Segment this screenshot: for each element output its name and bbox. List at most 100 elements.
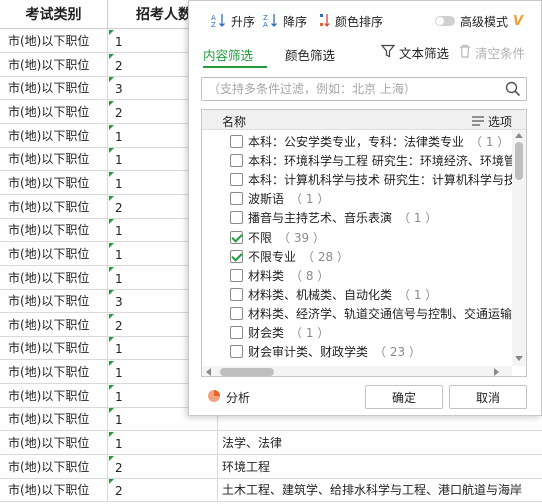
- item-checkbox[interactable]: [230, 230, 243, 244]
- cell-exam-category[interactable]: 市(地)以下职位: [0, 360, 108, 385]
- list-item[interactable]: 财会类 （ 1 ）: [230, 323, 512, 342]
- sort-descending-button[interactable]: ZA 降序: [263, 11, 307, 31]
- cell-exam-category[interactable]: 市(地)以下职位: [0, 454, 108, 479]
- item-label: 不限专业: [248, 249, 297, 264]
- search-input[interactable]: [202, 78, 492, 100]
- list-item[interactable]: 本科：环境科学与工程 研究生：环境经济、环境管理: [230, 151, 512, 170]
- cell-major[interactable]: 法学、法律: [218, 431, 542, 455]
- item-checkbox[interactable]: [230, 326, 243, 339]
- vertical-scrollbar[interactable]: [512, 130, 526, 366]
- cell-exam-category[interactable]: 市(地)以下职位: [0, 407, 108, 432]
- color-sort-label: 颜色排序: [335, 14, 384, 29]
- item-label: 本科：环境科学与工程 研究生：环境经济、环境管理: [248, 154, 512, 169]
- cell-exam-category[interactable]: 市(地)以下职位: [0, 170, 108, 195]
- cell-exam-category[interactable]: 市(地)以下职位: [0, 289, 108, 314]
- sort-ascending-icon: AZ: [211, 12, 227, 31]
- item-label: 波斯语: [248, 192, 285, 207]
- list-item[interactable]: 播音与主持艺术、音乐表演 （ 1 ）: [230, 208, 512, 227]
- item-label: 材料类、经济学、轨道交通信号与控制、交通运输: [248, 306, 512, 321]
- ok-button[interactable]: 确定: [365, 385, 443, 409]
- cell-exam-category[interactable]: 市(地)以下职位: [0, 336, 108, 361]
- item-checkbox[interactable]: [230, 173, 243, 187]
- cell-major[interactable]: 环境工程: [218, 455, 542, 479]
- toggle-switch[interactable]: [435, 16, 455, 26]
- item-checkbox[interactable]: [230, 249, 243, 263]
- scroll-right-arrow-icon[interactable]: [494, 368, 499, 376]
- cell-exam-category[interactable]: 市(地)以下职位: [0, 218, 108, 243]
- list-item[interactable]: 财会审计类、财政学类 （ 23 ）: [230, 342, 512, 361]
- list-options-label: 选项: [488, 115, 513, 129]
- clear-conditions-button[interactable]: 清空条件: [459, 43, 525, 62]
- cell-exam-category[interactable]: 市(地)以下职位: [0, 123, 108, 148]
- cancel-button[interactable]: 取消: [449, 385, 527, 409]
- cell-exam-category[interactable]: 市(地)以下职位: [0, 147, 108, 172]
- cell-exam-category[interactable]: 市(地)以下职位: [0, 431, 108, 456]
- item-count: （ 28 ）: [302, 249, 349, 264]
- color-sort-button[interactable]: 颜色排序: [319, 11, 383, 31]
- cell-exam-category[interactable]: 市(地)以下职位: [0, 76, 108, 101]
- item-checkbox[interactable]: [230, 268, 243, 282]
- item-label: 材料类、机械类、自动化类: [248, 287, 393, 302]
- color-sort-icon: [319, 12, 331, 31]
- list-item[interactable]: 材料类、机械类、自动化类 （ 1 ）: [230, 285, 512, 304]
- tab-color-filter[interactable]: 颜色筛选: [285, 45, 335, 64]
- item-checkbox[interactable]: [230, 154, 243, 168]
- horizontal-scrollbar[interactable]: [202, 366, 512, 376]
- cell-recruit-count[interactable]: 1: [108, 431, 218, 456]
- table-row: 市(地)以下职位 1 法学、法律: [0, 431, 542, 456]
- table-row: 市(地)以下职位 2 环境工程: [0, 454, 542, 479]
- column-header-exam-category[interactable]: 考试类别: [0, 0, 108, 29]
- list-header: 名称 选项: [202, 110, 526, 130]
- advanced-mode-label: 高级模式: [460, 14, 509, 29]
- scroll-left-arrow-icon[interactable]: [206, 368, 211, 376]
- list-options-button[interactable]: 选项: [472, 113, 512, 130]
- list-item[interactable]: 本科：计算机科学与技术 研究生：计算机科学与技术: [230, 170, 512, 189]
- svg-text:A: A: [263, 21, 268, 28]
- vertical-scroll-thumb[interactable]: [515, 142, 523, 180]
- list-item[interactable]: 波斯语 （ 1 ）: [230, 189, 512, 208]
- list-item[interactable]: 不限 （ 39 ）: [230, 228, 512, 247]
- item-count: （ 39 ）: [278, 230, 325, 245]
- sort-ascending-label: 升序: [231, 14, 256, 29]
- item-label: 材料类: [248, 268, 285, 283]
- sort-ascending-button[interactable]: AZ 升序: [211, 11, 255, 31]
- pie-chart-icon: [207, 389, 221, 406]
- item-checkbox[interactable]: [230, 192, 243, 206]
- svg-text:Z: Z: [211, 21, 216, 28]
- clear-conditions-label: 清空条件: [475, 46, 526, 61]
- menu-lines-icon: [472, 115, 484, 129]
- list-header-name: 名称: [222, 115, 247, 129]
- scroll-down-arrow-icon[interactable]: [515, 356, 523, 361]
- item-count: （ 1 ）: [470, 135, 510, 149]
- cell-exam-category[interactable]: 市(地)以下职位: [0, 265, 108, 290]
- list-item[interactable]: 不限专业 （ 28 ）: [230, 247, 512, 266]
- item-checkbox[interactable]: [230, 287, 243, 301]
- horizontal-scroll-thumb[interactable]: [220, 368, 274, 376]
- cell-recruit-count[interactable]: 2: [108, 454, 218, 479]
- cell-exam-category[interactable]: 市(地)以下职位: [0, 194, 108, 219]
- cell-exam-category[interactable]: 市(地)以下职位: [0, 52, 108, 77]
- scroll-up-arrow-icon[interactable]: [515, 133, 523, 138]
- list-item[interactable]: 材料类 （ 8 ）: [230, 266, 512, 285]
- text-filter-button[interactable]: 文本筛选: [380, 43, 449, 62]
- cell-exam-category[interactable]: 市(地)以下职位: [0, 383, 108, 408]
- cell-exam-category[interactable]: 市(地)以下职位: [0, 241, 108, 266]
- item-checkbox[interactable]: [230, 345, 243, 359]
- list-item[interactable]: 本科：公安学类专业，专科：法律类专业 （ 1 ）: [230, 132, 512, 151]
- analysis-button[interactable]: 分析: [207, 389, 250, 406]
- cell-exam-category[interactable]: 市(地)以下职位: [0, 29, 108, 53]
- item-count: （ 23 ）: [374, 345, 421, 360]
- item-count: （ 1 ）: [398, 287, 438, 302]
- item-checkbox[interactable]: [230, 306, 243, 320]
- advanced-mode-toggle[interactable]: 高级模式 V: [435, 11, 523, 31]
- item-checkbox[interactable]: [230, 211, 243, 225]
- tab-content-filter[interactable]: 内容筛选: [203, 45, 253, 64]
- list-item[interactable]: 材料类、经济学、轨道交通信号与控制、交通运输: [230, 304, 512, 323]
- search-icon[interactable]: [505, 81, 521, 100]
- cell-exam-category[interactable]: 市(地)以下职位: [0, 312, 108, 337]
- item-count: （ 8 ）: [290, 268, 330, 283]
- item-label: 不限: [248, 230, 273, 245]
- item-label: 播音与主持艺术、音乐表演: [248, 211, 393, 226]
- cell-exam-category[interactable]: 市(地)以下职位: [0, 99, 108, 124]
- item-checkbox[interactable]: [230, 135, 243, 148]
